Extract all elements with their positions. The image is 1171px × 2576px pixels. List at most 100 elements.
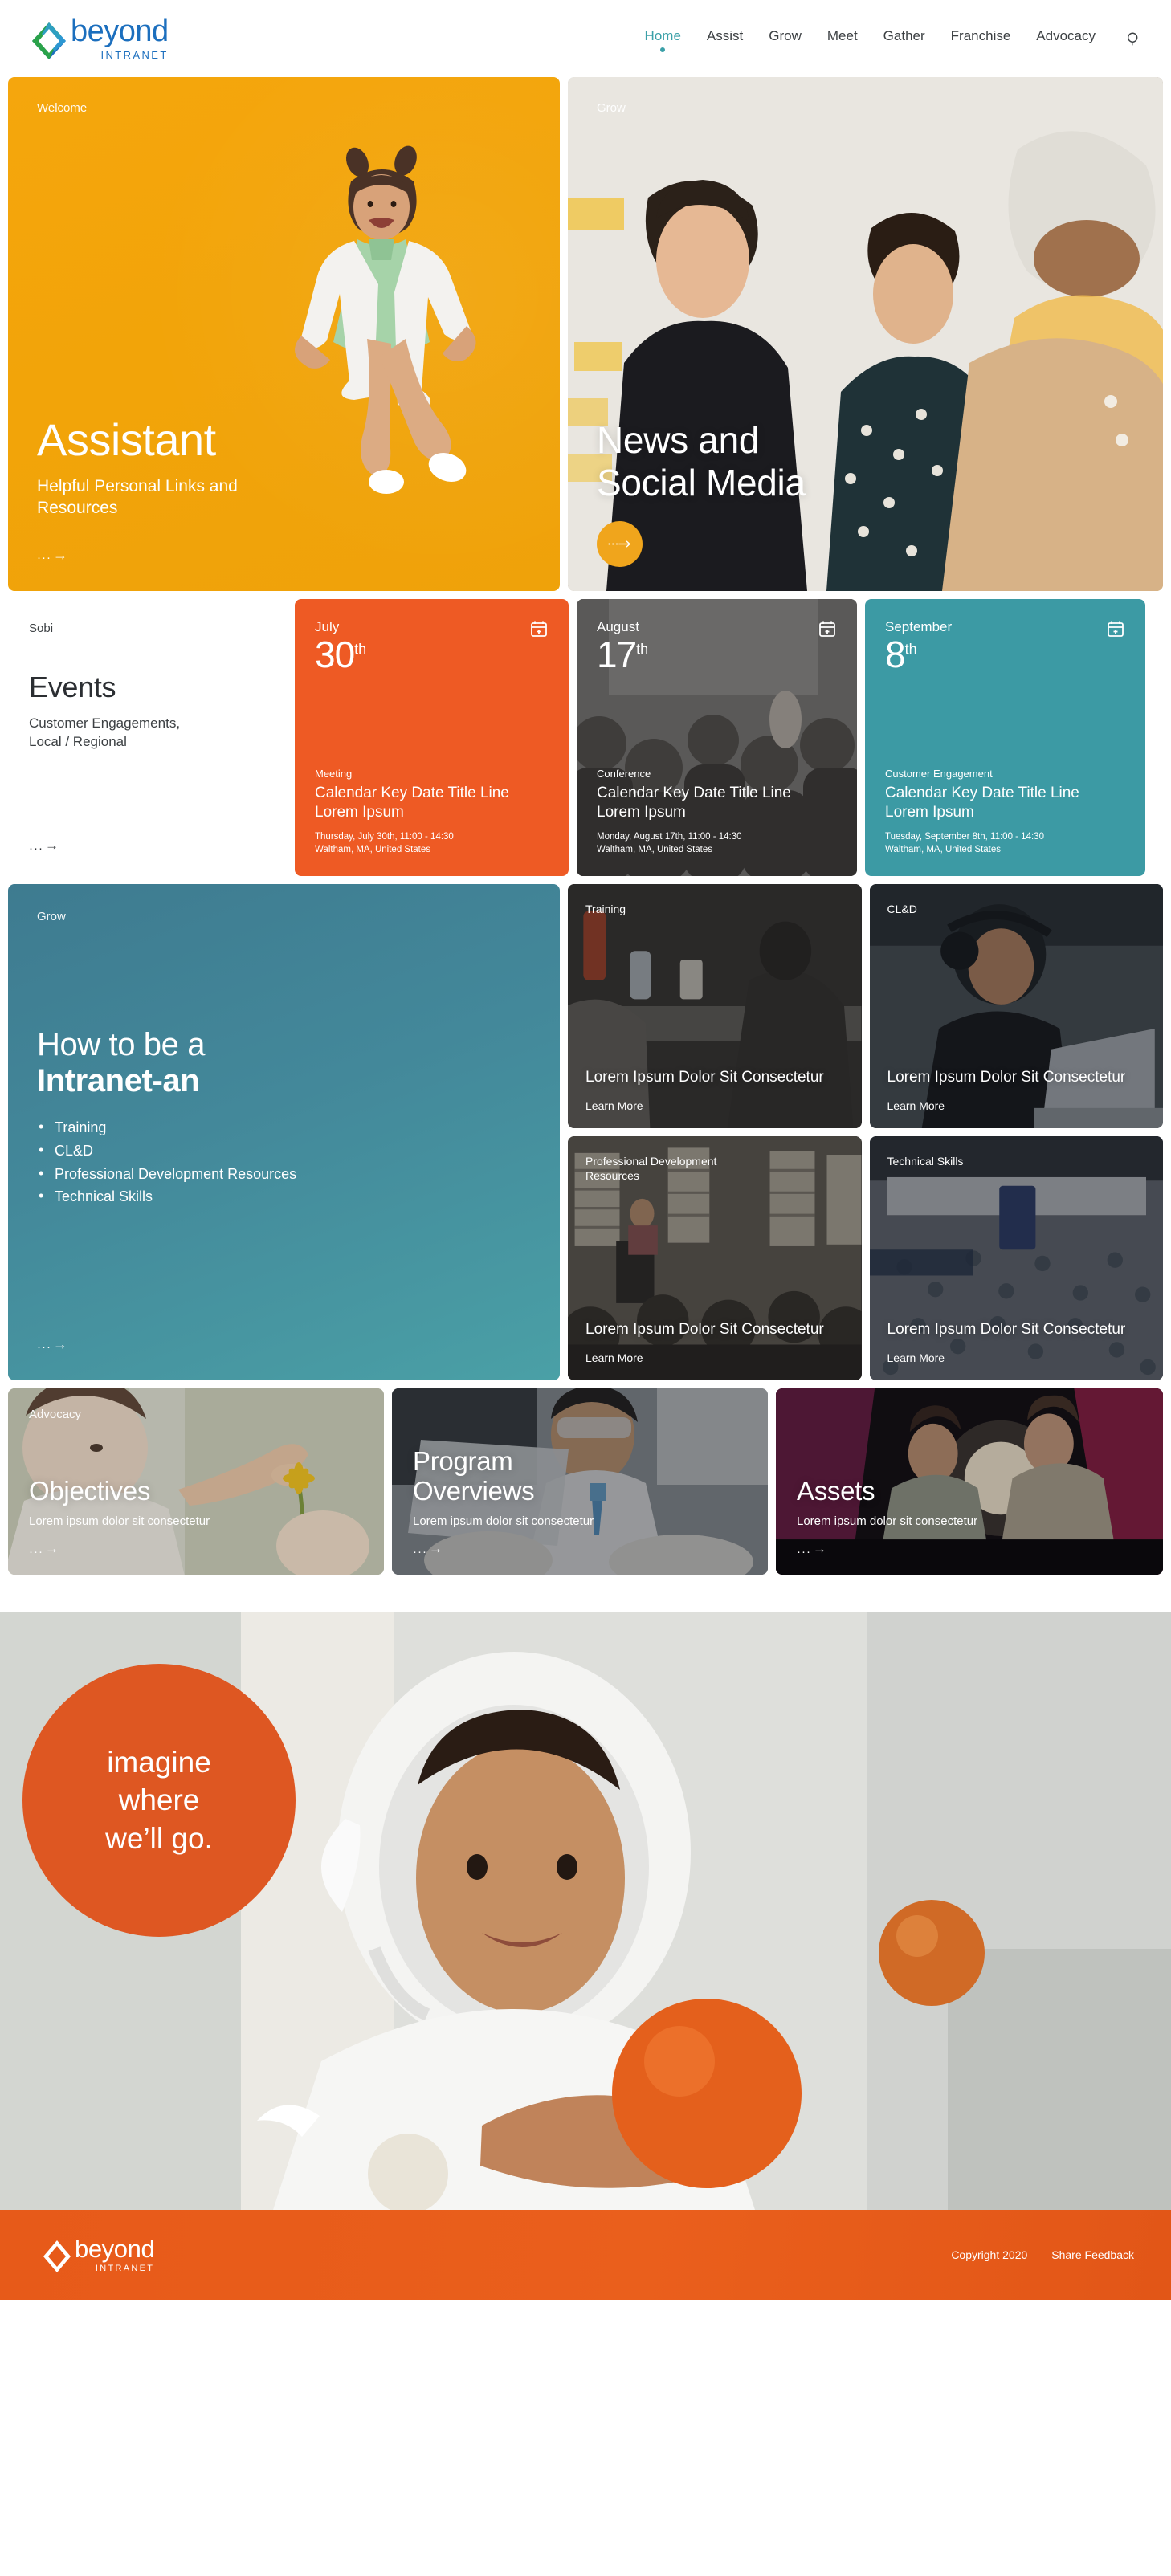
imagine-line2: where — [118, 1783, 200, 1817]
calendar-add-icon[interactable] — [1106, 619, 1125, 638]
calendar-add-icon[interactable] — [529, 619, 549, 638]
main-navigation: Home Assist Grow Meet Gather Franchise A… — [643, 25, 1149, 52]
nav-item-franchise[interactable]: Franchise — [949, 25, 1013, 52]
events-description: Customer Engagements, Local / Regional — [29, 715, 181, 750]
footer-copyright: Copyright 2020 — [951, 2248, 1028, 2261]
grow-tile-learn-more[interactable]: Learn More — [586, 1351, 844, 1364]
grow-tile-eyebrow: CL&D — [887, 903, 917, 915]
nav-item-advocacy[interactable]: Advocacy — [1034, 25, 1097, 52]
grow-tile-title: Lorem Ipsum Dolor Sit Consectetur — [887, 1069, 1126, 1086]
feature-eyebrow: Advocacy — [29, 1408, 82, 1421]
grow-tile-cld[interactable]: CL&D Lorem Ipsum Dolor Sit Consectetur L… — [869, 884, 1163, 1128]
events-arrow-link[interactable]: ··· → — [29, 838, 267, 854]
feature-card-objectives[interactable]: Advocacy Objectives Lorem ipsum dolor si… — [8, 1388, 384, 1575]
events-kicker: Sobi — [29, 622, 54, 635]
feature-subtitle: Lorem ipsum dolor sit consectetur — [413, 1514, 594, 1528]
footer-brand-subtitle: INTRANET — [95, 2264, 155, 2273]
feature-row: Advocacy Objectives Lorem ipsum dolor si… — [8, 1388, 1163, 1575]
grow-eyebrow: Grow — [37, 910, 66, 923]
grow-main-card[interactable]: Grow How to be a Intranet-an Training CL… — [8, 884, 560, 1380]
event-meta: Tuesday, September 8th, 11:00 - 14:30 Wa… — [885, 830, 1125, 857]
event-meta: Thursday, July 30th, 11:00 - 14:30 Walth… — [315, 830, 549, 857]
dots-decoration: ··· — [37, 551, 51, 565]
event-when: Tuesday, September 8th, 11:00 - 14:30 — [885, 831, 1044, 842]
grow-tile-learn-more[interactable]: Learn More — [586, 1099, 844, 1112]
feature-title-line2: Overviews — [413, 1476, 535, 1506]
page-content: Welcome Assistant Helpful Personal Links… — [0, 77, 1171, 1575]
event-card-august[interactable]: August 17th Conference Calendar Key Date… — [577, 599, 857, 876]
nav-item-meet[interactable]: Meet — [826, 25, 859, 52]
event-day-number: 30 — [315, 634, 355, 675]
grow-bullet-technical: Technical Skills — [37, 1184, 531, 1209]
feature-arrow-link[interactable]: ··· → — [413, 1541, 747, 1558]
nav-item-assist[interactable]: Assist — [705, 25, 745, 52]
arrow-right-icon: → — [429, 1541, 443, 1556]
feature-card-program-overviews[interactable]: Program Overviews Lorem ipsum dolor sit … — [392, 1388, 768, 1575]
event-month: July — [315, 619, 340, 634]
footer-share-feedback-link[interactable]: Share Feedback — [1051, 2248, 1134, 2261]
arrow-right-icon: → — [813, 1541, 826, 1556]
calendar-add-icon[interactable] — [818, 619, 837, 638]
feature-card-assets[interactable]: Assets Lorem ipsum dolor sit consectetur… — [776, 1388, 1163, 1575]
events-intro-card: Sobi Events Customer Engagements, Local … — [8, 599, 287, 876]
event-when: Thursday, July 30th, 11:00 - 14:30 — [315, 831, 454, 842]
dots-decoration: ··· — [37, 1340, 51, 1354]
grow-tile-learn-more[interactable]: Learn More — [887, 1351, 1146, 1364]
grow-tile-training[interactable]: Training Lorem Ipsum Dolor Sit Consectet… — [568, 884, 862, 1128]
arrow-right-icon: → — [53, 1336, 67, 1352]
feature-title: Program Overviews — [413, 1446, 747, 1506]
event-card-september[interactable]: September 8th Customer Engagement Calend… — [865, 599, 1145, 876]
grow-bullet-training: Training — [37, 1115, 531, 1139]
imagine-line3: we’ll go. — [105, 1821, 213, 1855]
event-day-ordinal: th — [636, 641, 649, 658]
brand-logo[interactable]: beyond INTRANET — [31, 16, 169, 61]
hero-news-eyebrow: Grow — [597, 101, 626, 115]
dots-decoration: ··· — [797, 1544, 811, 1559]
event-meta: Monday, August 17th, 11:00 - 14:30 Walth… — [597, 830, 837, 857]
event-type: Customer Engagement — [885, 768, 993, 781]
site-header: beyond INTRANET Home Assist Grow Meet Ga… — [0, 0, 1171, 77]
hero-assistant-eyebrow: Welcome — [37, 101, 88, 115]
event-day: 30th — [315, 634, 366, 675]
arrow-right-icon: → — [45, 1541, 59, 1556]
hero-news-title: News and Social Media — [597, 419, 1134, 503]
feature-arrow-link[interactable]: ··· → — [797, 1541, 1142, 1559]
nav-item-gather[interactable]: Gather — [882, 25, 927, 52]
event-day-ordinal: th — [904, 641, 917, 658]
grow-tile-eyebrow: Training — [586, 903, 626, 915]
grow-tile-technical-skills[interactable]: Technical Skills Lorem Ipsum Dolor Sit C… — [869, 1136, 1163, 1380]
hero-card-news[interactable]: Grow News and Social Media — [568, 77, 1163, 591]
footer-logo[interactable]: beyond INTRANET — [42, 2235, 155, 2273]
events-title: Events — [29, 670, 116, 703]
nav-item-grow[interactable]: Grow — [767, 25, 803, 52]
grow-row: Grow How to be a Intranet-an Training CL… — [8, 884, 1163, 1380]
hero-news-arrow-button[interactable] — [597, 521, 643, 567]
feature-subtitle: Lorem ipsum dolor sit consectetur — [29, 1514, 210, 1528]
brand-subtitle: INTRANET — [100, 49, 169, 61]
hero-card-assistant[interactable]: Welcome Assistant Helpful Personal Links… — [8, 77, 560, 591]
hero-row: Welcome Assistant Helpful Personal Links… — [8, 77, 1163, 591]
grow-tile-grid: Training Lorem Ipsum Dolor Sit Consectet… — [568, 884, 1163, 1380]
footer-brand-name: beyond — [75, 2235, 155, 2263]
arrow-right-icon: → — [45, 838, 59, 853]
grow-tile-eyebrow: Technical Skills — [887, 1155, 964, 1168]
grow-tile-learn-more[interactable]: Learn More — [887, 1099, 1146, 1112]
event-day-number: 8 — [885, 634, 906, 675]
event-title: Calendar Key Date Title Line Lorem Ipsum — [597, 785, 791, 821]
grow-tile-title: Lorem Ipsum Dolor Sit Consectetur — [586, 1321, 824, 1339]
event-day: 8th — [885, 634, 952, 675]
hero-assistant-arrow-link[interactable]: ··· → — [37, 547, 531, 564]
grow-tile-professional-development[interactable]: Professional Development Resources Lorem… — [568, 1136, 862, 1380]
feature-subtitle: Lorem ipsum dolor sit consectetur — [797, 1514, 978, 1528]
nav-item-home[interactable]: Home — [643, 25, 683, 52]
arrow-right-icon — [607, 540, 630, 548]
feature-arrow-link[interactable]: ··· → — [29, 1541, 363, 1558]
grow-tile-eyebrow: Professional Development Resources — [586, 1155, 717, 1183]
event-day: 17th — [597, 636, 649, 673]
hero-assistant-title: Assistant — [37, 414, 216, 466]
search-icon[interactable] — [1123, 28, 1144, 49]
grow-arrow-link[interactable]: ··· → — [37, 1312, 531, 1353]
dots-decoration: ··· — [29, 841, 43, 855]
feature-title: Objectives — [29, 1476, 151, 1506]
event-card-july[interactable]: July 30th Meeting Calendar Key Date Titl… — [295, 599, 569, 876]
